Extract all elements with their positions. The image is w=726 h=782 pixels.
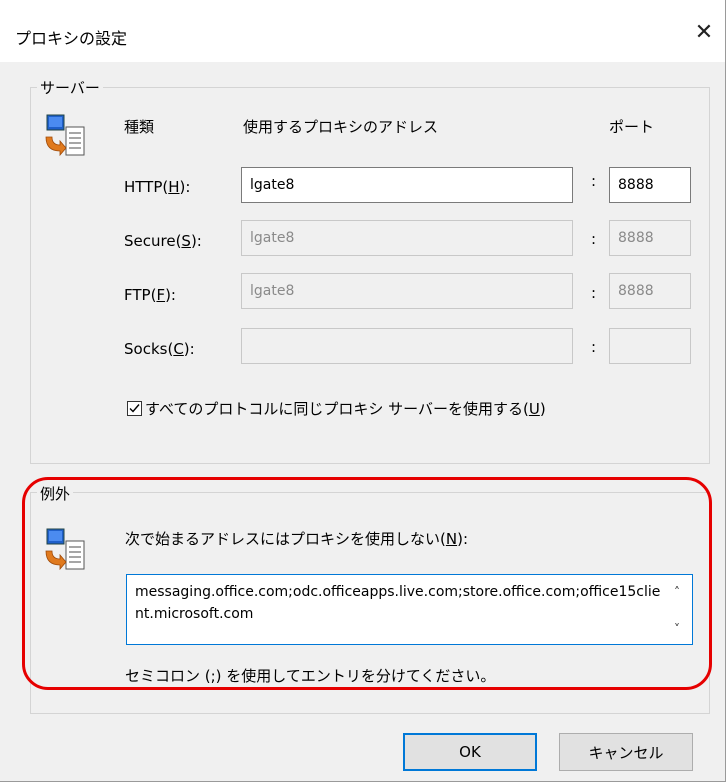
cancel-button[interactable]: キャンセル — [559, 733, 693, 771]
exceptions-prompt: 次で始まるアドレスにはプロキシを使用しない(N): — [125, 530, 468, 548]
http-colon: : — [591, 172, 597, 190]
socks-colon: : — [591, 338, 597, 356]
ftp-address-input[interactable]: lgate8 — [241, 273, 573, 309]
exceptions-textarea[interactable]: messaging.office.com;odc.officeapps.live… — [126, 574, 693, 645]
scroll-up-arrow[interactable]: ˄ — [666, 582, 688, 602]
secure-port-input[interactable]: 8888 — [609, 220, 691, 256]
secure-label: Secure(S): — [124, 232, 202, 250]
ftp-label: FTP(F): — [124, 286, 176, 304]
same-proxy-label: すべてのプロトコルに同じプロキシ サーバーを使用する(U) — [145, 400, 546, 418]
http-label: HTTP(H): — [124, 178, 191, 196]
exceptions-hint: セミコロン (;) を使用してエントリを分けてください。 — [125, 667, 496, 685]
ftp-port-input[interactable]: 8888 — [609, 273, 691, 309]
exceptions-group-label: 例外 — [37, 483, 74, 504]
secure-address-input[interactable]: lgate8 — [241, 220, 573, 256]
secure-colon: : — [591, 230, 597, 248]
window-title: プロキシの設定 — [15, 29, 128, 48]
close-button[interactable]: ✕ — [684, 10, 724, 54]
address-column-header: 使用するプロキシのアドレス — [243, 118, 439, 136]
socks-port-input[interactable] — [609, 328, 691, 364]
same-proxy-checkbox[interactable] — [127, 401, 142, 416]
title-bar: プロキシの設定 ✕ — [0, 0, 725, 62]
ftp-colon: : — [591, 284, 597, 302]
http-address-input[interactable]: lgate8 — [241, 167, 573, 203]
socks-label: Socks(C): — [124, 340, 195, 358]
network-computer-icon — [45, 114, 85, 157]
http-port-input[interactable]: 8888 — [609, 167, 691, 203]
proxy-settings-dialog: プロキシの設定 ✕ サーバー 種類 使用するプロキシのアドレス ポート HTTP… — [0, 0, 726, 782]
servers-group-label: サーバー — [37, 77, 103, 98]
scroll-down-arrow[interactable]: ˅ — [666, 619, 688, 639]
port-column-header: ポート — [609, 118, 655, 136]
type-column-header: 種類 — [124, 118, 155, 136]
socks-address-input[interactable] — [241, 328, 573, 364]
same-proxy-option[interactable]: すべてのプロトコルに同じプロキシ サーバーを使用する(U) — [127, 398, 546, 419]
ok-button[interactable]: OK — [403, 733, 537, 771]
close-icon: ✕ — [694, 19, 714, 45]
checkmark-icon — [129, 404, 140, 413]
network-computer-icon — [45, 528, 85, 571]
